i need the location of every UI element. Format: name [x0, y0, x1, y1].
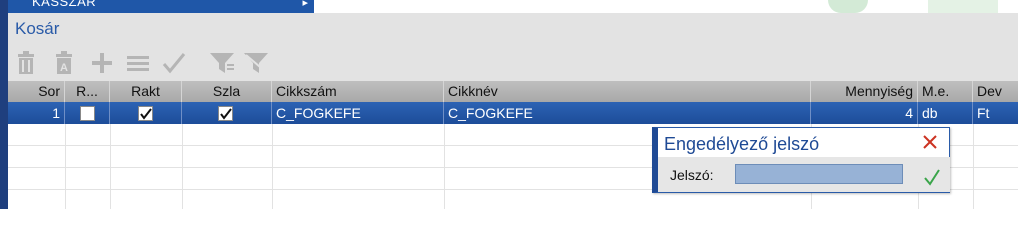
cell-mennyiseg: 4 — [811, 102, 918, 124]
column-header-r[interactable]: R... — [65, 81, 110, 102]
checkbox-r[interactable] — [80, 106, 95, 121]
cell-me: db — [918, 102, 973, 124]
trash-icon[interactable] — [12, 49, 40, 77]
svg-text:A: A — [60, 62, 68, 74]
password-input[interactable] — [735, 164, 903, 184]
cell-dev: Ft — [977, 105, 990, 121]
window-left-frame — [0, 0, 8, 209]
checkbox-szla[interactable] — [218, 106, 233, 121]
column-header-cikknev[interactable]: Cikknév — [444, 81, 811, 102]
panel-title: Kosár — [15, 19, 60, 38]
check-icon[interactable] — [160, 49, 188, 77]
column-header-dev[interactable]: Dev — [973, 81, 1018, 102]
cell-cikkszam: C_FOGKEFE — [272, 102, 444, 124]
background-decoration — [928, 0, 998, 13]
password-dialog: Engedélyező jelszó Jelszó: — [652, 127, 950, 193]
list-icon[interactable] — [124, 49, 152, 77]
table-header: Sor R... Rakt Szla Cikkszám Cikknév Menn… — [8, 81, 1018, 102]
confirm-check-icon[interactable] — [922, 167, 942, 187]
top-strip: KASSZÁR ▸ — [8, 0, 1018, 13]
filter-icon[interactable] — [208, 49, 236, 77]
dialog-body: Jelszó: — [658, 157, 950, 192]
top-menu-item[interactable]: KASSZÁR ▸ — [8, 0, 314, 13]
cell-sor: 1 — [8, 102, 65, 124]
column-header-sor[interactable]: Sor — [8, 81, 65, 102]
cell-rakt — [110, 102, 182, 124]
cell-szla — [182, 102, 272, 124]
background-decoration — [828, 0, 868, 13]
table-row[interactable]: 1 C_FOGKEFE C_FOGKEFE 4 db Ft — [8, 102, 1018, 124]
password-label: Jelszó: — [670, 167, 714, 183]
trash-a-icon[interactable]: A — [50, 49, 78, 77]
filter-clear-icon[interactable] — [242, 49, 270, 77]
cell-cikknev: C_FOGKEFE — [444, 102, 811, 124]
toolbar: A — [12, 49, 332, 77]
dialog-title: Engedélyező jelszó — [664, 134, 820, 154]
column-header-rakt[interactable]: Rakt — [110, 81, 182, 102]
column-header-me[interactable]: M.e. — [918, 81, 973, 102]
column-header-szla[interactable]: Szla — [182, 81, 272, 102]
close-icon[interactable] — [919, 131, 941, 153]
column-header-cikkszam[interactable]: Cikkszám — [272, 81, 444, 102]
column-header-mennyiseg[interactable]: Mennyiség — [811, 81, 918, 102]
plus-icon[interactable] — [88, 49, 116, 77]
top-menu-label: KASSZÁR — [32, 0, 97, 9]
checkbox-rakt[interactable] — [138, 106, 153, 121]
chevron-right-icon: ▸ — [302, 0, 308, 9]
cell-r — [65, 102, 110, 124]
